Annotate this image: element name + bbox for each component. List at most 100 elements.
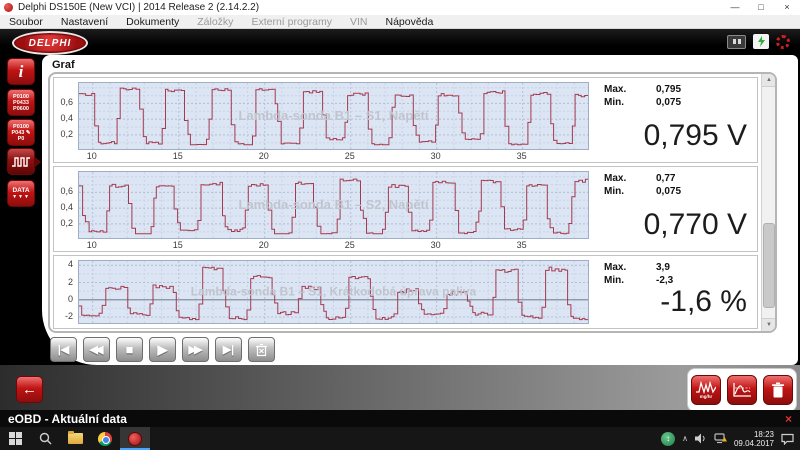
x-tick-label: 35 [517,151,527,161]
start-button[interactable] [0,427,30,450]
rewind-button[interactable]: ◀◀ [83,337,110,362]
max-value: 0,795 [656,83,681,96]
sidebar-erase-dtc-button[interactable]: P0100 P043 ✎ P0 [7,119,35,146]
status-close-icon[interactable]: × [785,412,792,426]
status-text: eOBD - Aktuální data [8,412,127,426]
skip-end-button[interactable]: ▶| [215,337,242,362]
menu-soubor[interactable]: Soubor [0,15,52,29]
app-icon [4,3,13,12]
sidebar-data-button[interactable]: DATA ▼▼▼ [7,180,35,207]
content-panel: Graf 0,6 0,4 0,2 Lambda-sonda B1 – S1, Nap… [42,55,798,365]
minimize-button[interactable]: — [722,0,748,15]
sidebar-read-dtc-button[interactable]: P0100 P0433 P0600 [7,89,35,116]
menu-bar: Soubor Nastavení Dokumenty Záložky Exter… [0,15,800,29]
maximize-button[interactable]: □ [748,0,774,15]
y-tick-label: 0,2 [60,129,73,139]
max-value: 3,9 [656,261,670,274]
fast-forward-button[interactable]: ▶▶ [182,337,209,362]
current-value: 0,770 V [644,208,747,242]
taskbar-chrome-button[interactable] [90,427,120,450]
value-panel: Max.3,9 Min.-2,3 -1,6 % [592,256,757,328]
windows-icon [9,432,22,445]
waveform-plot: Lambda-sonda B1 – S1, Napětí [78,82,589,150]
fast-forward-icon: ▶▶ [189,343,200,356]
graph-actions-panel: mg/hr [687,368,797,412]
x-tick-label: 30 [431,240,441,250]
folder-icon [68,433,83,444]
tray-chevron-icon[interactable]: ∧ [682,434,688,443]
menu-vin: VIN [341,15,377,29]
clock-time: 18:23 [754,430,774,439]
x-tick-label: 15 [173,240,183,250]
min-value: 0,075 [656,185,681,198]
graph-view-button[interactable] [727,375,757,405]
taskbar-delphi-button[interactable] [120,427,150,450]
search-icon [39,432,52,445]
y-tick-label: 0 [68,294,73,304]
current-value: -1,6 % [660,285,747,319]
y-tick-label: 0,4 [60,202,73,212]
graph-panel-fuel-trim: 420-2 Lambda-sonda B1 – S1, Krátkodobá ú… [53,255,758,329]
vertical-scrollbar[interactable]: ▲ ▼ [761,74,775,331]
menu-nastaveni[interactable]: Nastavení [52,15,117,29]
y-tick-label: 4 [68,259,73,269]
x-axis-labels: 101520253035 [78,151,589,162]
play-button[interactable]: ▶ [149,337,176,362]
scroll-up-icon[interactable]: ▲ [762,74,776,87]
y-axis-labels: 420-2 [54,260,76,324]
scroll-down-icon[interactable]: ▼ [762,318,776,331]
y-tick-label: 0,6 [60,186,73,196]
action-center-icon[interactable] [781,433,794,445]
menu-externi-programy: Externí programy [242,15,341,29]
waveform-icon [12,156,30,168]
status-bar: eOBD - Aktuální data × [0,410,800,427]
x-tick-label: 35 [517,240,527,250]
x-tick-label: 20 [259,151,269,161]
busy-spinner-icon [776,35,790,49]
vci-connector-icon [727,35,746,49]
playback-controls: |◀ ◀◀ ■ ▶ ▶▶ ▶| [50,337,275,362]
sidebar-live-graph-button[interactable] [7,148,35,175]
info-icon: i [19,62,24,82]
max-value: 0,77 [656,172,675,185]
clear-graph-button[interactable] [248,337,275,362]
max-label: Max. [604,172,656,185]
signal-icon [696,381,716,394]
sidebar-info-button[interactable]: i [7,58,35,85]
scrollbar-thumb[interactable] [763,223,775,308]
x-axis-labels [78,317,589,328]
back-button[interactable]: ← [16,376,43,403]
x-tick-label: 20 [259,240,269,250]
min-value: 0,075 [656,96,681,109]
window-title: Delphi DS150E (New VCI) | 2014 Release 2… [18,2,259,13]
y-tick-label: 0,6 [60,97,73,107]
min-label: Min. [604,96,656,109]
tab-graf[interactable]: Graf [52,59,75,71]
current-value: 0,795 V [644,119,747,153]
menu-napoveda[interactable]: Nápověda [376,15,442,29]
taskbar-clock[interactable]: 18:23 09.04.2017 [734,430,774,448]
close-button[interactable]: × [774,0,800,15]
volume-icon[interactable] [695,433,707,444]
max-label: Max. [604,83,656,96]
taskbar-explorer-button[interactable] [60,427,90,450]
header-band: DELPHI [0,29,800,57]
y-tick-label: 0,2 [60,218,73,228]
stop-button[interactable]: ■ [116,337,143,362]
taskbar-search-button[interactable] [30,427,60,450]
skip-start-button[interactable]: |◀ [50,337,77,362]
menu-zalozky: Záložky [188,15,242,29]
live-data-button[interactable]: mg/hr [691,375,721,405]
network-icon[interactable] [714,433,727,444]
back-arrow-icon: ← [22,381,37,398]
system-tray: ↕ ∧ 18:23 09.04.2017 [661,430,794,448]
graphs-container: 0,6 0,4 0,2 Lambda-sonda B1 – S1, Napětí 1… [48,72,777,333]
skip-end-icon: ▶| [223,343,235,356]
y-axis-labels: 0,6 0,4 0,2 [54,171,76,239]
bottom-gradient-strip [0,365,800,410]
vci-tray-icon[interactable]: ↕ [661,432,675,446]
x-tick-label: 10 [87,240,97,250]
menu-dokumenty[interactable]: Dokumenty [117,15,188,29]
delete-button[interactable] [763,375,793,405]
x-tick-label: 10 [87,151,97,161]
